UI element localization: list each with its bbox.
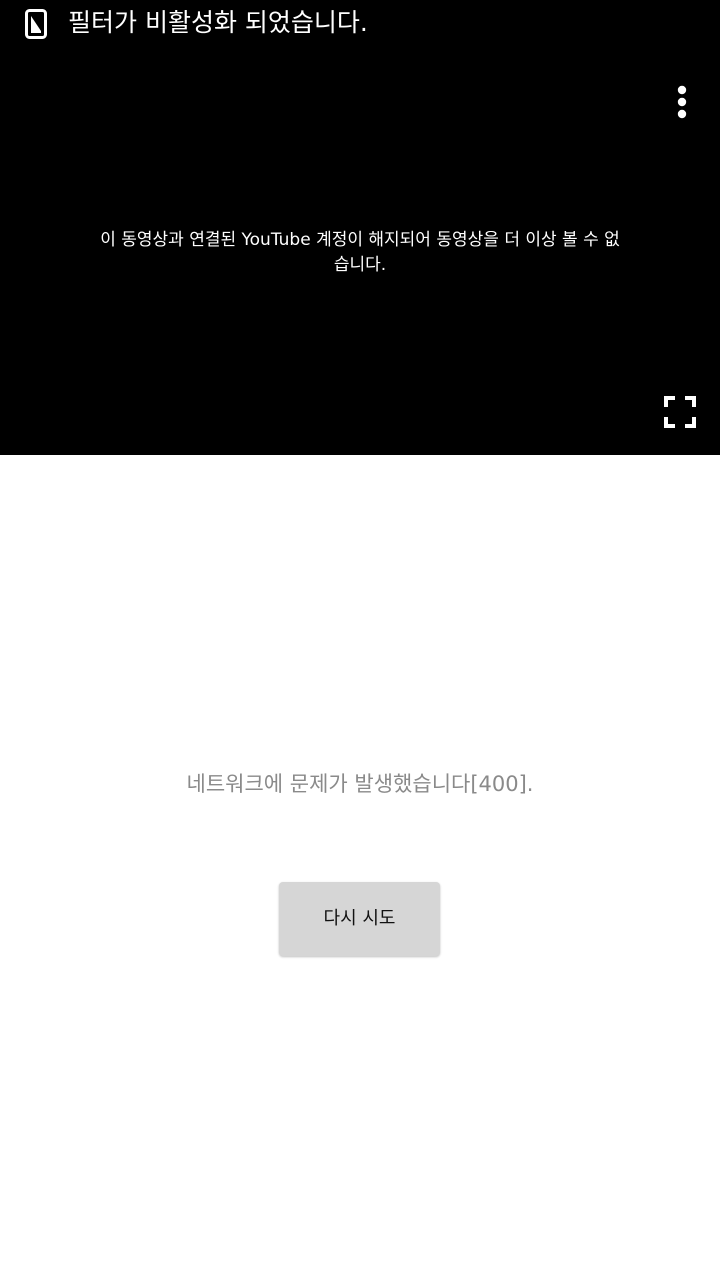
video-player[interactable]: 필터가 비활성화 되었습니다. 이 동영상과 연결된 YouTube 계정이 해… [0,0,720,455]
retry-button[interactable]: 다시 시도 [279,882,440,956]
status-bar: 필터가 비활성화 되었습니다. [0,0,720,50]
fullscreen-icon [664,396,696,428]
more-options-button[interactable] [662,80,702,124]
more-vert-icon [677,85,687,119]
video-unavailable-message: 이 동영상과 연결된 YouTube 계정이 해지되어 동영상을 더 이상 볼 … [100,230,620,275]
fullscreen-button[interactable] [656,388,704,436]
filter-off-icon [25,9,47,39]
network-error-message: 네트워크에 문제가 발생했습니다[400]. [186,772,534,796]
status-message: 필터가 비활성화 되었습니다. [68,8,368,37]
